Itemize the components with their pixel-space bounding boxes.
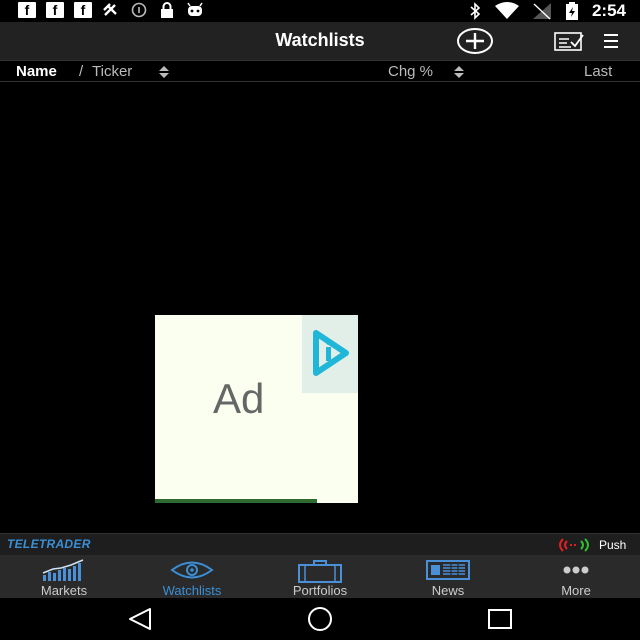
clock-time: 2:54 [591,1,626,20]
tab-label-markets: Markets [40,583,88,598]
page-title: Watchlists [275,30,365,50]
column-ticker[interactable]: Ticker [92,63,132,80]
edit-list-icon[interactable] [553,30,585,52]
recents-icon[interactable] [485,606,515,632]
adchoices-icon[interactable] [302,315,358,393]
adchoices-panel[interactable] [302,315,358,393]
brand-strip: TELETRADER Push [0,533,640,555]
bluetooth-icon [470,2,481,20]
tab-label-portfolios: Portfolios [292,583,348,598]
column-header: Name / Ticker Chg % Last [0,60,640,82]
wifi-icon [494,2,519,19]
sort-icon[interactable] [157,65,171,79]
tab-more[interactable]: More [512,555,640,598]
bottom-tab-bar: Markets Watchlists Portfolios News More [0,555,640,598]
push-status-icon[interactable] [556,537,592,553]
signal-icon [532,3,551,20]
tab-label-news: News [431,583,465,598]
column-last[interactable]: Last [584,63,612,80]
facebook-icon: f [46,2,64,18]
back-icon[interactable] [126,606,156,632]
tab-watchlists[interactable]: Watchlists [128,555,256,598]
briefcase-icon [298,560,342,583]
app-toolbar: Watchlists [0,22,640,60]
column-change[interactable]: Chg % [388,63,433,80]
brand-logo: TELETRADER [7,537,91,551]
tab-markets[interactable]: Markets [0,555,128,598]
sort-icon[interactable] [452,65,466,79]
push-label[interactable]: Push [599,538,626,552]
ad-label: Ad [213,375,265,422]
more-dots-icon [563,566,589,574]
ad-progress-bar [155,499,317,503]
info-icon [131,2,147,18]
tab-label-watchlists: Watchlists [162,583,222,598]
newspaper-icon [426,560,470,580]
ad-banner[interactable]: Ad [155,315,358,503]
system-nav-bar [0,598,640,640]
eye-icon [170,561,214,579]
home-icon[interactable] [305,606,335,632]
lock-icon [161,2,173,18]
tab-label-more: More [561,583,591,598]
menu-icon[interactable] [600,30,622,52]
status-bar: f f f 2:54 [0,0,640,22]
tab-news[interactable]: News [384,555,512,598]
satellite-icon [103,3,117,16]
column-separator: / [79,63,84,80]
battery-icon [565,2,578,20]
chart-icon [42,559,84,581]
tab-portfolios[interactable]: Portfolios [256,555,384,598]
android-icon [187,2,203,16]
column-name[interactable]: Name [16,63,57,80]
add-circle-icon[interactable] [456,27,494,55]
facebook-icon: f [74,2,92,18]
facebook-icon: f [18,2,36,18]
